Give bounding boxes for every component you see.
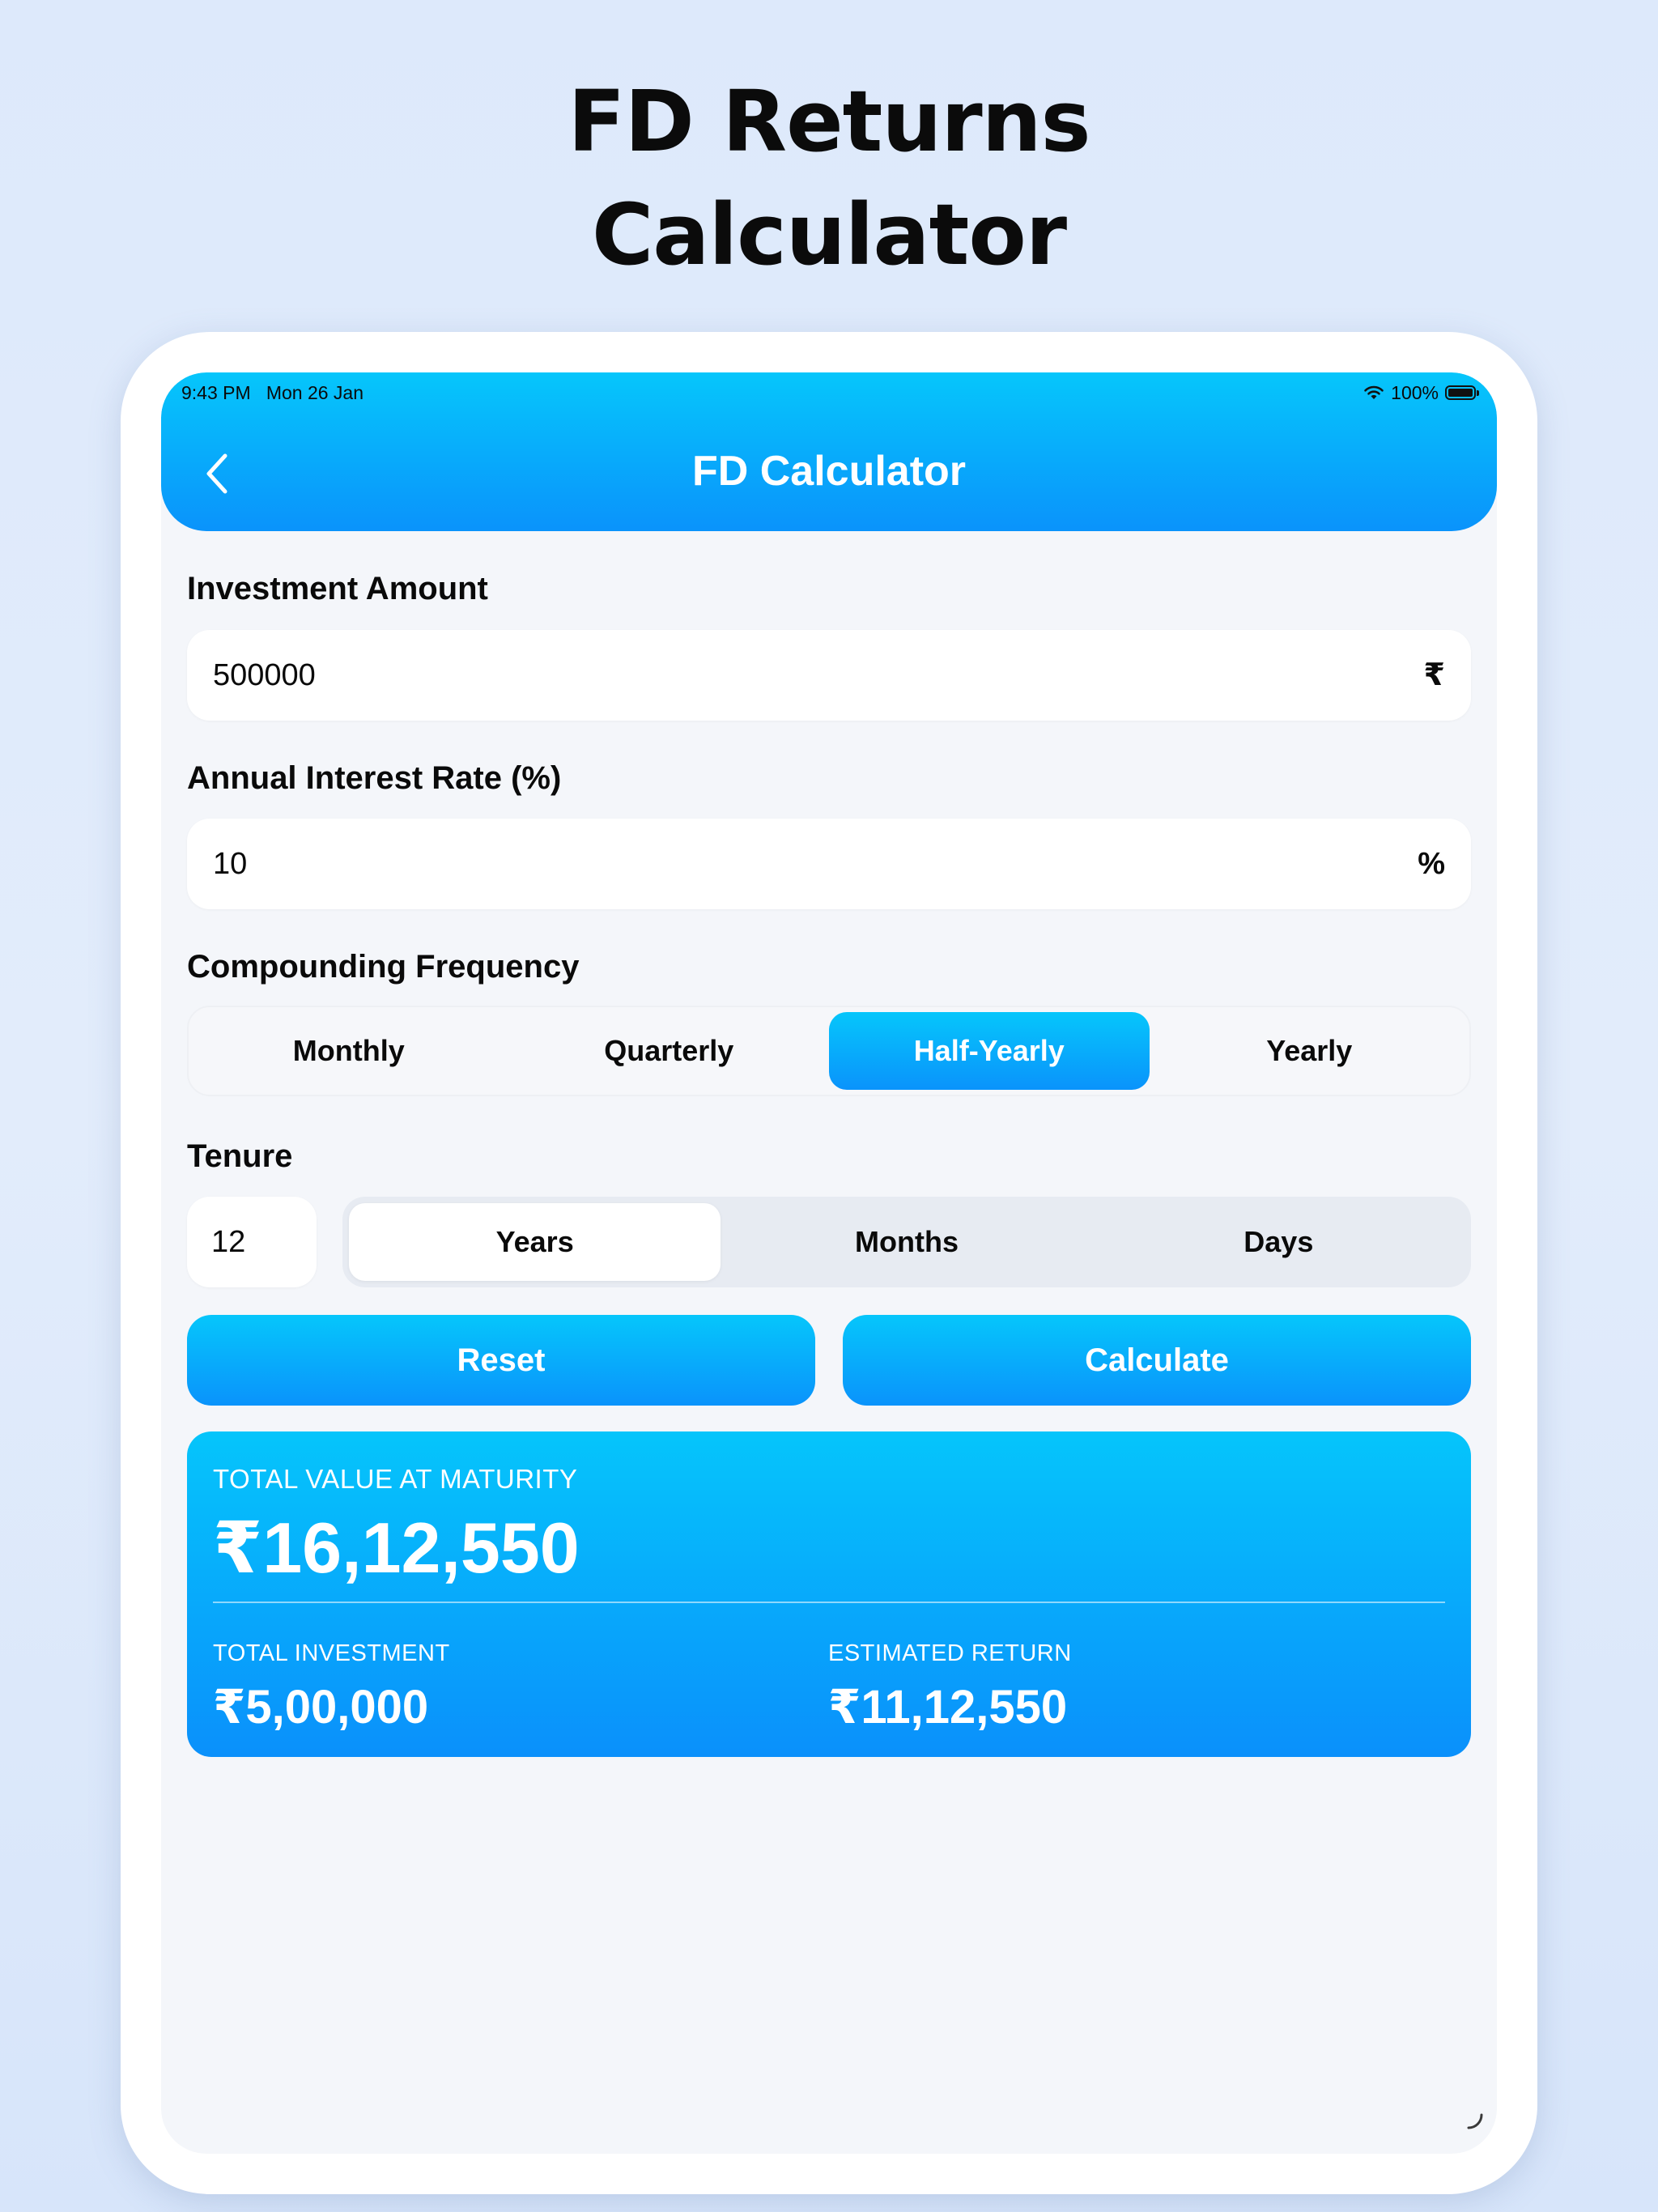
option-quarterly[interactable]: Quarterly <box>509 1007 830 1095</box>
unit-months[interactable]: Months <box>721 1203 1092 1281</box>
tenure-input[interactable]: 12 <box>187 1197 317 1287</box>
option-half-yearly[interactable]: Half-Yearly <box>829 1012 1150 1090</box>
investment-amount-value: 500000 <box>213 658 316 692</box>
navigation-bar: 9:43 PM Mon 26 Jan 100% FD Calculator <box>161 372 1497 531</box>
total-investment-label: TOTAL INVESTMENT <box>213 1640 450 1666</box>
headline-line-1: FD Returns <box>568 72 1090 171</box>
reset-button[interactable]: Reset <box>187 1315 815 1406</box>
result-divider <box>213 1602 1445 1603</box>
status-indicators: 100% <box>1363 381 1479 405</box>
page-title: FD Calculator <box>691 448 967 495</box>
result-card: TOTAL VALUE AT MATURITY ₹16,12,550 TOTAL… <box>187 1431 1471 1757</box>
interest-rate-label: Annual Interest Rate (%) <box>187 760 562 796</box>
headline-line-2: Calculator <box>591 185 1067 284</box>
app-screen: 9:43 PM Mon 26 Jan 100% FD Calculator In… <box>161 372 1497 2154</box>
rupee-icon: ₹ <box>1423 658 1445 692</box>
percent-icon: % <box>1418 847 1445 881</box>
interest-rate-value: 10 <box>213 847 248 881</box>
wifi-icon <box>1364 385 1384 399</box>
tenure-value: 12 <box>211 1225 246 1259</box>
calculate-button[interactable]: Calculate <box>843 1315 1471 1406</box>
investment-label: Investment Amount <box>187 571 488 606</box>
investment-amount-input[interactable]: 500000 ₹ <box>187 630 1471 721</box>
unit-days[interactable]: Days <box>1093 1203 1465 1281</box>
estimated-return-label: ESTIMATED RETURN <box>828 1640 1072 1666</box>
maturity-value: ₹16,12,550 <box>213 1508 580 1588</box>
interest-rate-input[interactable]: 10 % <box>187 819 1471 909</box>
compounding-frequency-selector: Monthly Quarterly Half-Yearly Yearly <box>187 1006 1471 1096</box>
estimated-return-value: ₹11,12,550 <box>828 1681 1068 1733</box>
tenure-unit-selector: Years Months Days <box>342 1197 1471 1287</box>
total-investment-value: ₹5,00,000 <box>213 1681 429 1733</box>
status-time: 9:43 PM Mon 26 Jan <box>181 382 364 403</box>
option-yearly[interactable]: Yearly <box>1150 1007 1470 1095</box>
battery-icon <box>1445 385 1479 400</box>
tenure-label: Tenure <box>187 1138 293 1174</box>
resize-handle-icon <box>1467 2113 1483 2129</box>
option-monthly[interactable]: Monthly <box>189 1007 509 1095</box>
maturity-label: TOTAL VALUE AT MATURITY <box>213 1464 578 1494</box>
battery-percent: 100% <box>1391 381 1439 403</box>
compounding-label: Compounding Frequency <box>187 949 580 985</box>
unit-years[interactable]: Years <box>349 1203 721 1281</box>
